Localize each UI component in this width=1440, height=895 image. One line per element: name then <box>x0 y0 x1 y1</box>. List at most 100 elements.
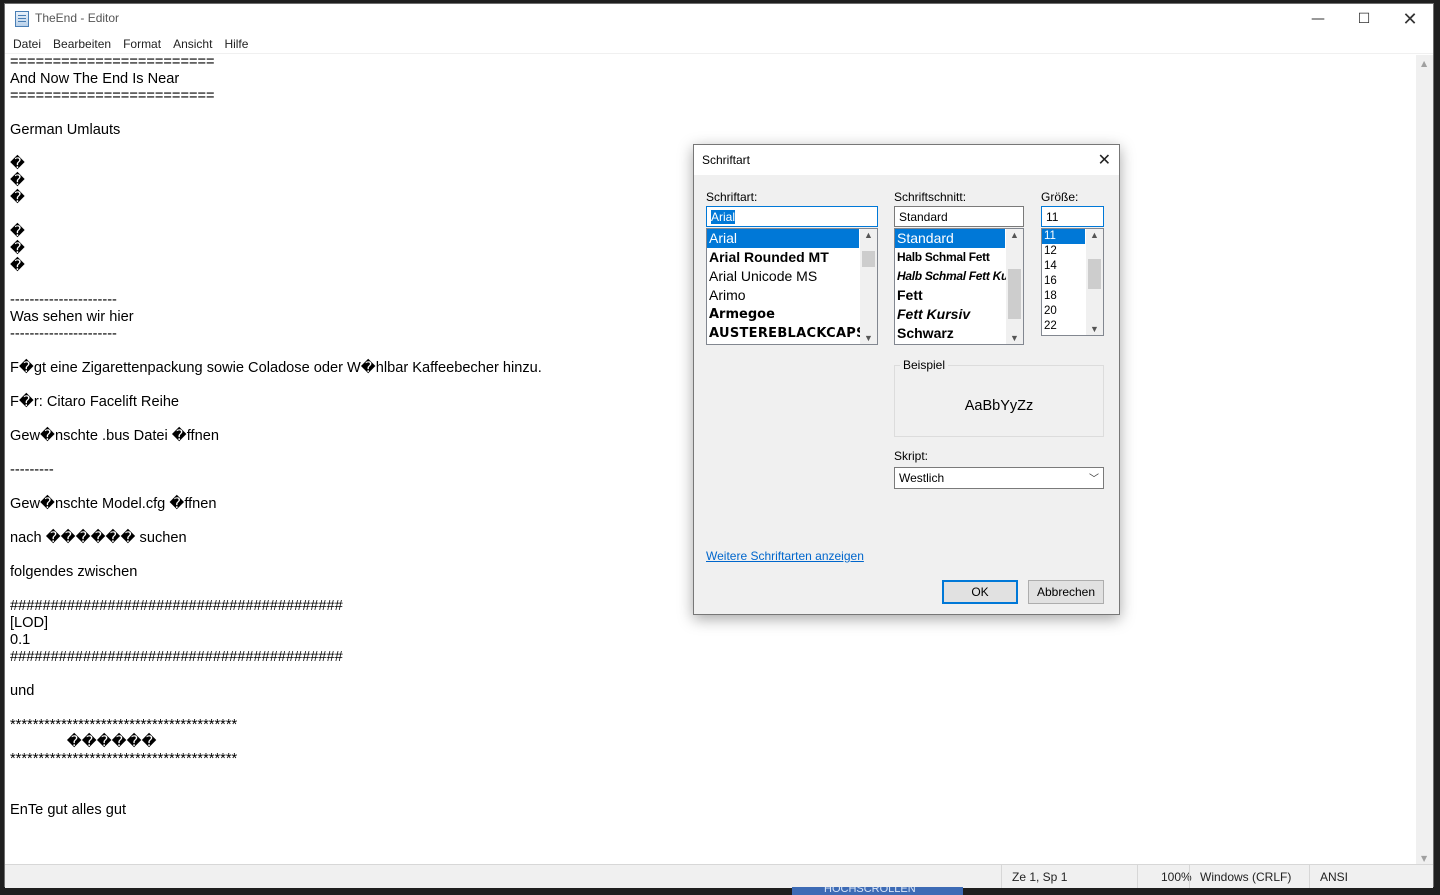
font-family-item[interactable]: Arial Rounded MT <box>707 248 877 267</box>
font-family-item[interactable]: Arimo <box>707 286 877 305</box>
font-family-scrollbar[interactable]: ▲ ▼ <box>860 229 877 344</box>
menu-hilfe[interactable]: Hilfe <box>218 34 254 53</box>
menu-ansicht[interactable]: Ansicht <box>167 34 218 53</box>
font-family-item[interactable]: Armegoe <box>707 305 877 324</box>
notepad-icon <box>15 11 29 27</box>
editor-line: And Now The End Is Near <box>10 71 180 87</box>
scroll-up-arrow-icon[interactable]: ▲ <box>864 230 873 240</box>
editor-line: � <box>10 156 25 172</box>
font-size-item[interactable]: 11 <box>1042 229 1085 244</box>
editor-line: ########################################… <box>10 649 343 665</box>
font-size-input[interactable]: 11 <box>1041 206 1104 227</box>
menu-format[interactable]: Format <box>117 34 167 53</box>
scroll-down-arrow-icon[interactable]: ▼ <box>1090 324 1099 334</box>
font-style-item[interactable]: Fett <box>895 286 1023 305</box>
script-select-value: Westlich <box>899 471 945 485</box>
sample-label: Beispiel <box>900 358 949 372</box>
font-size-scrollbar[interactable]: ▲ ▼ <box>1086 229 1103 335</box>
editor-line: --------- <box>10 462 54 478</box>
status-bar: Ze 1, Sp 1 100% Windows (CRLF) ANSI <box>5 864 1433 888</box>
font-style-list[interactable]: Standard Halb Schmal Fett Halb Schmal Fe… <box>894 228 1024 345</box>
font-family-item[interactable]: AUSTEREBLACKCAPS <box>707 324 877 343</box>
editor-line: � <box>10 258 25 274</box>
editor-line: folgendes zwischen <box>10 564 138 580</box>
background-scroll-up-button[interactable]: HOCHSCROLLEN <box>792 887 963 895</box>
title-bar[interactable]: TheEnd - Editor — ☐ ✕ <box>5 4 1433 34</box>
editor-line: ������ <box>10 734 157 750</box>
scroll-down-arrow-icon[interactable]: ▼ <box>1421 854 1427 863</box>
window-title: TheEnd - Editor <box>35 11 120 25</box>
editor-line: und <box>10 683 35 699</box>
editor-line: German Umlauts <box>10 122 121 138</box>
editor-line: � <box>10 190 25 206</box>
ok-button[interactable]: OK <box>942 580 1018 604</box>
status-encoding: ANSI <box>1309 865 1435 888</box>
font-style-input[interactable]: Standard <box>894 206 1024 227</box>
font-style-item[interactable]: Standard <box>895 229 1005 248</box>
editor-line: ======================== <box>10 88 215 104</box>
menu-datei[interactable]: Datei <box>7 34 47 53</box>
dialog-close-button[interactable]: ✕ <box>1098 150 1111 170</box>
background-scroll-up-label: HOCHSCROLLEN <box>824 887 916 895</box>
font-style-item[interactable]: Fett Kursiv <box>895 305 1023 324</box>
editor-line: nach ������ suchen <box>10 530 187 546</box>
scroll-down-arrow-icon[interactable]: ▼ <box>864 333 873 343</box>
close-window-button[interactable]: ✕ <box>1387 4 1433 34</box>
script-select[interactable]: Westlich ﹀ <box>894 467 1104 489</box>
maximize-button[interactable]: ☐ <box>1341 4 1387 34</box>
font-style-label: Schriftschnitt: <box>894 190 967 204</box>
editor-line: � <box>10 173 25 189</box>
editor-line: ---------------------- <box>10 292 117 308</box>
editor-line: ########################################… <box>10 598 343 614</box>
scroll-thumb[interactable] <box>862 251 875 267</box>
font-family-item[interactable]: Arial <box>707 229 859 248</box>
dialog-title-bar[interactable]: Schriftart ✕ <box>694 145 1119 175</box>
more-fonts-link[interactable]: Weitere Schriftarten anzeigen <box>706 549 864 563</box>
editor-line: **************************************** <box>10 717 238 733</box>
editor-line: EnTe gut alles gut <box>10 802 127 818</box>
font-size-list[interactable]: 11 12 14 16 18 20 22 ▲ ▼ <box>1041 228 1104 336</box>
font-family-input[interactable]: Arial <box>706 206 878 227</box>
editor-text[interactable]: ======================== And Now The End … <box>10 55 542 819</box>
font-style-item[interactable]: Halb Schmal Fett Kursiv <box>895 267 1023 286</box>
cancel-button[interactable]: Abbrechen <box>1028 580 1104 604</box>
scroll-up-arrow-icon[interactable]: ▲ <box>1421 59 1427 68</box>
font-family-label: Schriftart: <box>706 190 758 204</box>
font-style-scrollbar[interactable]: ▲ ▼ <box>1006 229 1023 344</box>
editor-line: **************************************** <box>10 751 238 767</box>
scroll-thumb[interactable] <box>1088 259 1101 289</box>
sample-text: AaBbYyZz <box>964 398 1034 414</box>
font-family-item[interactable]: Arial Unicode MS <box>707 267 877 286</box>
sample-preview-box: AaBbYyZz <box>894 365 1104 437</box>
editor-line: � <box>10 224 25 240</box>
font-size-label: Größe: <box>1041 190 1079 204</box>
font-style-item[interactable]: Schwarz <box>895 324 1023 343</box>
scroll-up-arrow-icon[interactable]: ▲ <box>1010 230 1019 240</box>
font-style-item[interactable]: Halb Schmal Fett <box>895 248 1023 267</box>
status-line-ending: Windows (CRLF) <box>1189 865 1309 888</box>
editor-line: [LOD] <box>10 615 49 631</box>
menu-bar: Datei Bearbeiten Format Ansicht Hilfe <box>5 34 1433 54</box>
chevron-down-icon: ﹀ <box>1089 474 1099 485</box>
editor-line: ======================== <box>10 55 215 70</box>
scroll-up-arrow-icon[interactable]: ▲ <box>1090 230 1099 240</box>
status-zoom: 100% <box>1137 865 1192 888</box>
menu-bearbeiten[interactable]: Bearbeiten <box>47 34 117 53</box>
vertical-scrollbar[interactable]: ▲ ▼ <box>1416 55 1433 865</box>
editor-line: � <box>10 241 25 257</box>
editor-line: Gew�nschte Model.cfg �ffnen <box>10 496 217 512</box>
minimize-button[interactable]: — <box>1295 4 1341 34</box>
scroll-down-arrow-icon[interactable]: ▼ <box>1010 333 1019 343</box>
font-family-list[interactable]: Arial Arial Rounded MT Arial Unicode MS … <box>706 228 878 345</box>
scroll-thumb[interactable] <box>1008 269 1021 319</box>
